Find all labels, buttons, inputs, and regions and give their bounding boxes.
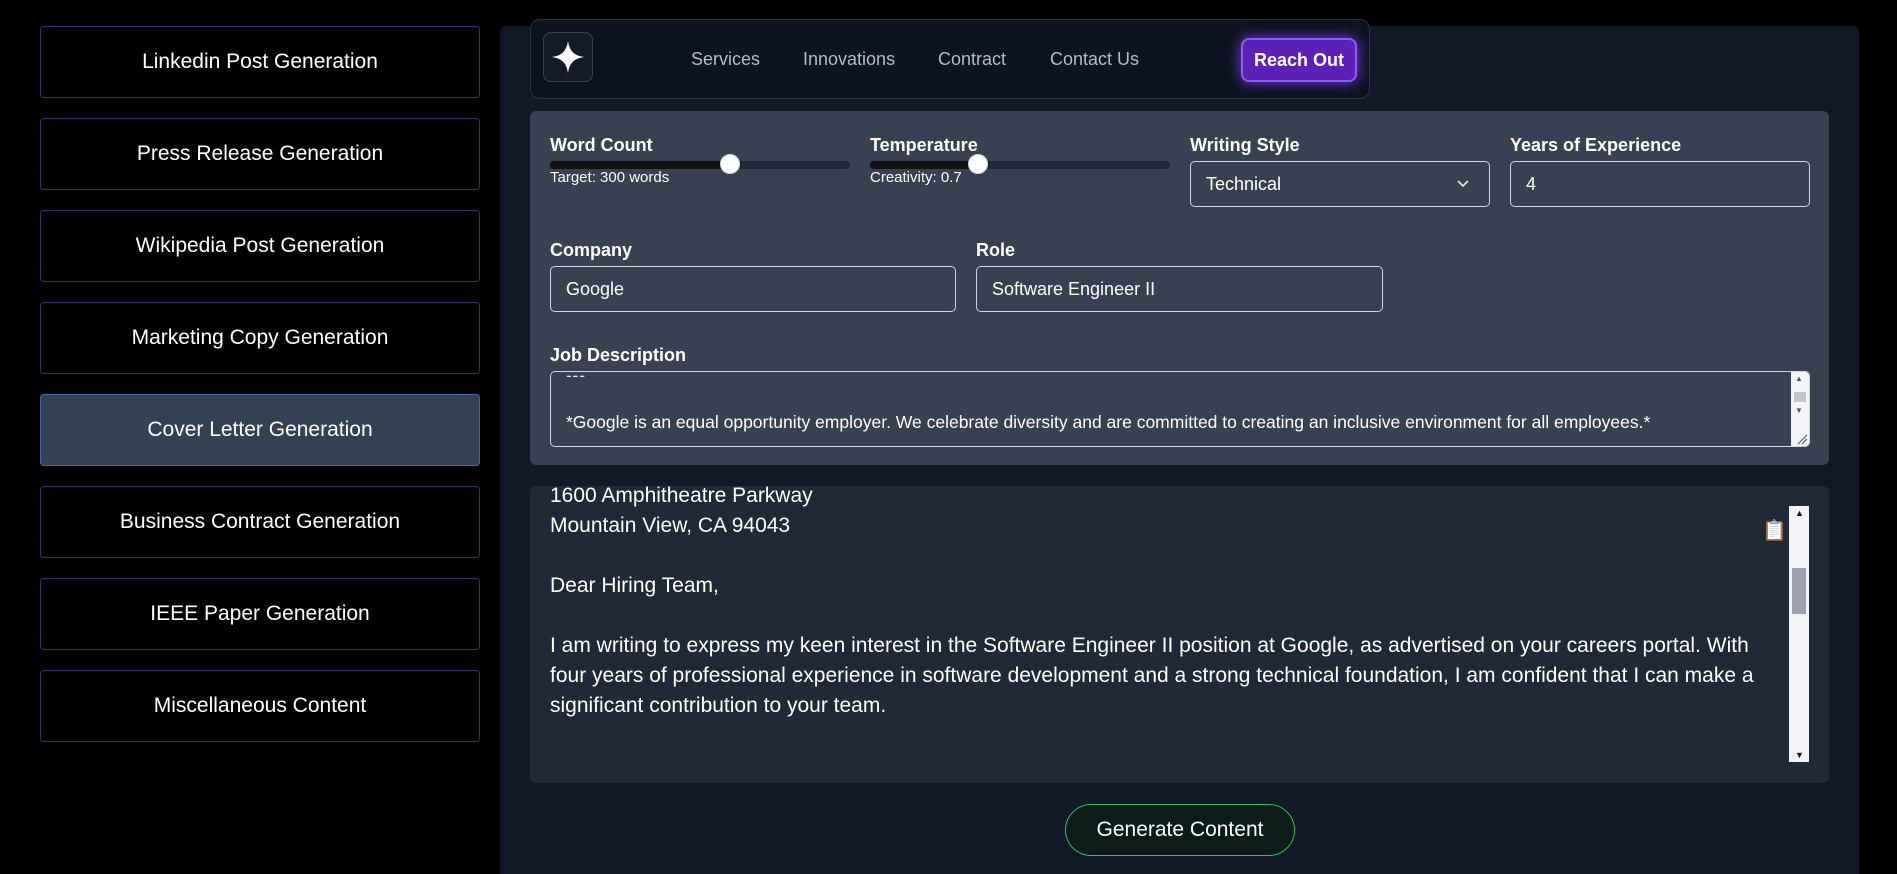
sidebar-item-business-contract[interactable]: Business Contract Generation (40, 486, 480, 558)
reach-out-button[interactable]: Reach Out (1241, 38, 1357, 82)
writing-style-label: Writing Style (1190, 135, 1300, 155)
writing-style-select[interactable]: Technical (1190, 161, 1490, 207)
scroll-up-icon[interactable]: ▲ (1795, 508, 1804, 518)
sidebar-item-linkedin[interactable]: Linkedin Post Generation (40, 26, 480, 98)
resize-handle-icon[interactable] (1796, 433, 1808, 445)
company-input[interactable]: Google (550, 266, 956, 312)
word-count-thumb[interactable] (720, 154, 740, 174)
nav-contact-us[interactable]: Contact Us (1050, 49, 1139, 70)
sidebar: Linkedin Post Generation Press Release G… (40, 26, 480, 762)
job-description-textarea[interactable]: --- *Google is an equal opportunity empl… (550, 371, 1810, 447)
navbar: Services Innovations Contract Contact Us… (530, 19, 1370, 99)
nav-services[interactable]: Services (691, 49, 760, 70)
temperature-fill (870, 161, 978, 169)
years-experience-value: 4 (1526, 173, 1537, 194)
temperature-thumb[interactable] (968, 154, 988, 174)
sidebar-item-misc[interactable]: Miscellaneous Content (40, 670, 480, 742)
word-count-value: Target: 300 words (550, 169, 670, 186)
sidebar-item-ieee[interactable]: IEEE Paper Generation (40, 578, 480, 650)
scroll-up-icon[interactable]: ▲ (1795, 374, 1803, 383)
scroll-thumb[interactable] (1794, 392, 1806, 402)
job-description-scrollbar[interactable]: ▲ ▼ (1791, 372, 1809, 446)
address-line-2: Mountain View, CA 94043 (550, 514, 791, 537)
scroll-down-icon[interactable]: ▼ (1795, 406, 1803, 415)
nav-contract[interactable]: Contract (938, 49, 1006, 70)
sidebar-item-press-release[interactable]: Press Release Generation (40, 118, 480, 190)
output-scrollbar[interactable]: ▲ ▼ (1789, 506, 1809, 762)
company-value: Google (566, 278, 625, 299)
settings-panel: Word Count Target: 300 words Temperature… (530, 111, 1829, 465)
word-count-label: Word Count (550, 135, 653, 155)
sidebar-item-cover-letter[interactable]: Cover Letter Generation (40, 394, 480, 466)
sparkle-icon (552, 41, 584, 73)
generate-content-button[interactable]: Generate Content (1065, 804, 1295, 856)
word-count-slider[interactable] (550, 154, 850, 174)
logo-button[interactable] (543, 32, 593, 82)
address-line-1: 1600 Amphitheatre Parkway (550, 486, 813, 507)
temperature-label: Temperature (870, 135, 978, 155)
clipboard-icon[interactable]: 📋 (1762, 518, 1787, 543)
writing-style-value: Technical (1206, 173, 1282, 194)
scroll-thumb[interactable] (1792, 568, 1806, 614)
job-description-partial-line: --- (566, 371, 586, 385)
years-experience-input[interactable]: 4 (1510, 161, 1810, 207)
chevron-down-icon (1457, 180, 1469, 188)
temperature-value: Creativity: 0.7 (870, 169, 962, 186)
letter-paragraph: I am writing to express my keen interest… (550, 634, 1754, 717)
temperature-slider[interactable] (870, 154, 1170, 174)
generated-content: 1600 Amphitheatre Parkway Mountain View,… (550, 486, 1790, 751)
company-label: Company (550, 240, 633, 260)
salutation: Dear Hiring Team, (550, 574, 719, 597)
word-count-fill (550, 161, 730, 169)
sidebar-item-wikipedia[interactable]: Wikipedia Post Generation (40, 210, 480, 282)
role-value: Software Engineer II (992, 278, 1156, 299)
role-input[interactable]: Software Engineer II (976, 266, 1383, 312)
output-panel: 1600 Amphitheatre Parkway Mountain View,… (530, 486, 1829, 783)
job-description-text: *Google is an equal opportunity employer… (566, 412, 1651, 432)
job-description-label: Job Description (550, 345, 687, 365)
years-experience-label: Years of Experience (1510, 135, 1682, 155)
scroll-down-icon[interactable]: ▼ (1795, 750, 1804, 760)
role-label: Role (976, 240, 1016, 260)
sidebar-item-marketing[interactable]: Marketing Copy Generation (40, 302, 480, 374)
nav-innovations[interactable]: Innovations (803, 49, 895, 70)
